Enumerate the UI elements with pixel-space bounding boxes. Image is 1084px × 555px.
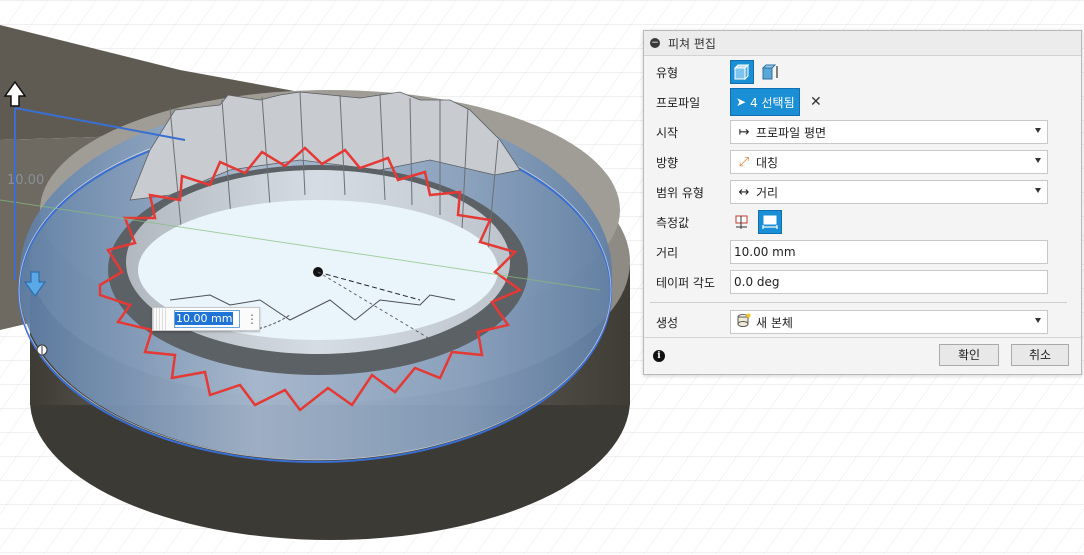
measure-whole-icon bbox=[762, 215, 778, 229]
operation-dropdown[interactable]: 새 본체 bbox=[730, 310, 1048, 334]
feature-edit-panel: − 피쳐 편집 유형 프로파일 ➤ 4 선택됨 ✕ 시작 ↦ 프로파일 평면 방… bbox=[643, 30, 1082, 375]
more-options-icon[interactable]: ⋮ bbox=[245, 312, 259, 326]
panel-divider bbox=[650, 302, 1067, 303]
panel-title: 피쳐 편집 bbox=[668, 36, 716, 51]
operation-label: 생성 bbox=[656, 315, 679, 330]
measure-label: 측정값 bbox=[656, 215, 690, 230]
dropdown-arrow-icon bbox=[1035, 158, 1041, 163]
profile-selection-count: 4 선택됨 bbox=[750, 95, 795, 110]
row-taper: 테이퍼 각도 0.0 deg bbox=[644, 268, 1081, 296]
drag-grip-icon[interactable] bbox=[153, 308, 166, 330]
taper-field[interactable]: 0.0 deg bbox=[730, 270, 1048, 294]
row-operation: 생성 새 본체 bbox=[644, 308, 1081, 336]
distance-field[interactable]: 10.00 mm bbox=[730, 240, 1048, 264]
clear-selection-icon[interactable]: ✕ bbox=[810, 94, 822, 110]
row-profile: 프로파일 ➤ 4 선택됨 ✕ bbox=[644, 88, 1081, 116]
type-solid-button[interactable] bbox=[730, 60, 754, 84]
dimension-label: 10.00 bbox=[7, 173, 44, 188]
profile-plane-icon: ↦ bbox=[738, 124, 750, 140]
type-thin-button[interactable] bbox=[758, 60, 782, 84]
row-type: 유형 bbox=[644, 58, 1081, 86]
direction-dropdown[interactable]: ⤢ 대칭 bbox=[730, 150, 1048, 174]
info-icon[interactable]: i bbox=[653, 350, 665, 362]
row-direction: 방향 ⤢ 대칭 bbox=[644, 148, 1081, 176]
direction-label: 방향 bbox=[656, 155, 679, 170]
measure-one-side-button[interactable] bbox=[730, 210, 754, 234]
extrude-thin-icon bbox=[761, 64, 778, 80]
panel-footer: i 확인 취소 bbox=[644, 337, 1081, 374]
measure-whole-button[interactable] bbox=[758, 210, 782, 234]
symmetric-icon: ⤢ bbox=[738, 154, 750, 170]
inline-distance-input[interactable]: 10.00 mm ⋮ bbox=[152, 307, 260, 331]
type-label: 유형 bbox=[656, 65, 679, 80]
taper-label: 테이퍼 각도 bbox=[656, 275, 716, 290]
row-distance: 거리 10.00 mm bbox=[644, 238, 1081, 266]
panel-titlebar[interactable]: − 피쳐 편집 bbox=[644, 31, 1081, 56]
row-extent: 범위 유형 ↔ 거리 bbox=[644, 178, 1081, 206]
dropdown-arrow-icon bbox=[1035, 128, 1041, 133]
dropdown-arrow-icon bbox=[1035, 318, 1041, 323]
profile-select-button[interactable]: ➤ 4 선택됨 bbox=[730, 88, 800, 116]
extent-dropdown[interactable]: ↔ 거리 bbox=[730, 180, 1048, 204]
row-measure: 측정값 bbox=[644, 208, 1081, 236]
cursor-arrow-icon: ➤ bbox=[736, 95, 747, 109]
extent-label: 범위 유형 bbox=[656, 185, 704, 200]
measure-half-icon bbox=[735, 215, 748, 229]
start-dropdown[interactable]: ↦ 프로파일 평면 bbox=[730, 120, 1048, 144]
distance-label: 거리 bbox=[656, 245, 679, 260]
cancel-button[interactable]: 취소 bbox=[1011, 344, 1069, 366]
new-body-icon bbox=[736, 313, 752, 331]
distance-inline-field[interactable]: 10.00 mm bbox=[174, 310, 240, 328]
start-label: 시작 bbox=[656, 125, 679, 140]
extrude-solid-icon bbox=[733, 63, 750, 81]
ok-button[interactable]: 확인 bbox=[939, 344, 999, 366]
row-start: 시작 ↦ 프로파일 평면 bbox=[644, 118, 1081, 146]
profile-label: 프로파일 bbox=[656, 95, 701, 110]
collapse-icon[interactable]: − bbox=[650, 38, 660, 48]
dropdown-arrow-icon bbox=[1035, 188, 1041, 193]
distance-icon: ↔ bbox=[738, 184, 750, 200]
